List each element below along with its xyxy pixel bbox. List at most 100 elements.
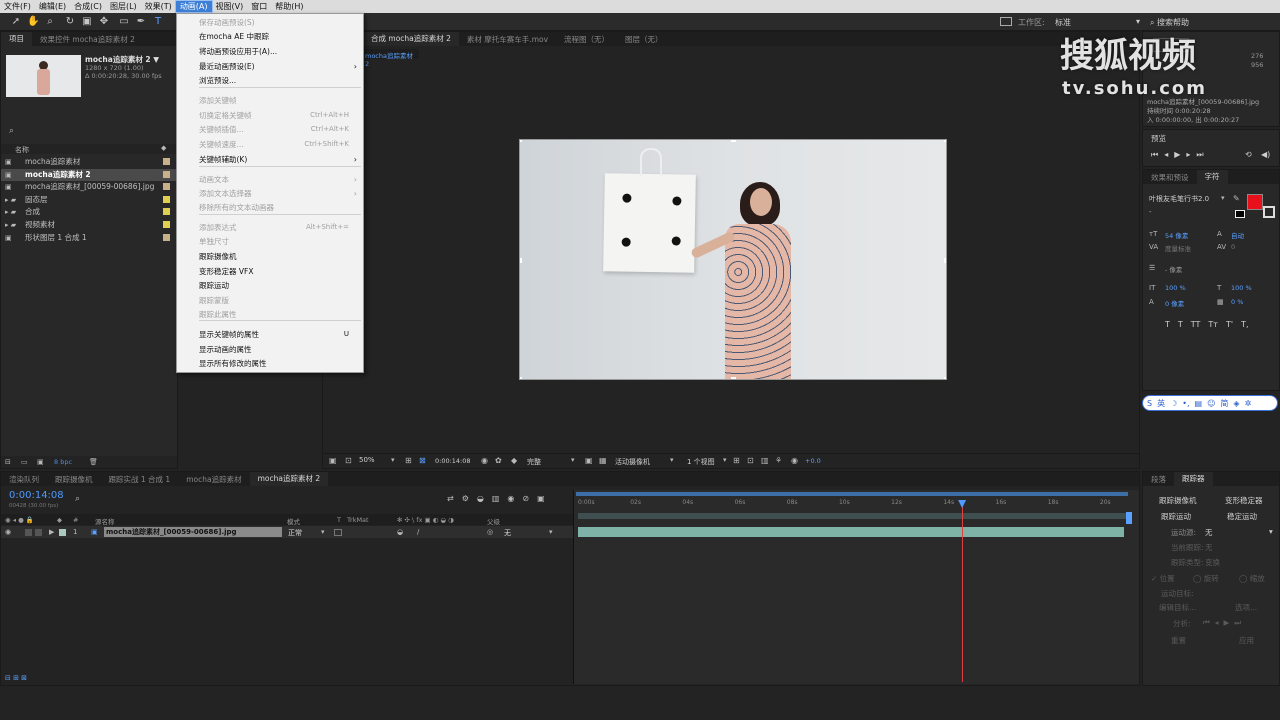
prev-frame-icon[interactable]: ◂ [1164,150,1174,159]
ime-skin-icon[interactable]: ◈ [1233,399,1239,408]
menu-animation[interactable]: 动画(A) [174,0,213,13]
project-item[interactable]: ▣ mocha追踪素材 [1,156,177,168]
black-swatch[interactable] [1235,210,1245,218]
menu-help[interactable]: 帮助(H) [271,1,307,12]
motion-source-select[interactable]: 无 [1205,527,1213,538]
eyedropper-icon[interactable]: ✎ [1233,194,1240,203]
comp-flowchart-icon[interactable]: ⇄ [447,494,454,503]
tab-paragraph[interactable]: 段落 [1143,474,1174,485]
exposure-reset-icon[interactable]: ◉ [791,456,798,465]
comp-viewer-frame[interactable] [519,139,947,380]
menu-edit[interactable]: 编辑(E) [35,1,70,12]
label-color-swatch[interactable] [163,195,170,203]
menu-composition[interactable]: 合成(C) [70,1,106,12]
baseline-value[interactable]: 0 像素 [1165,298,1184,308]
visibility-eye-icon[interactable]: ◉ [5,528,11,536]
playhead-marker[interactable] [958,500,967,508]
horizontal-scale-value[interactable]: 100 % [1231,284,1252,292]
font-size-value[interactable]: 54 像素 [1165,230,1188,240]
menu-layer[interactable]: 图层(L) [106,1,141,12]
expand-arrow-icon[interactable]: ▶ [49,528,54,536]
layer-mode-select[interactable]: 正常 [288,528,302,538]
trash-icon[interactable]: 🗑 [89,458,98,466]
tab-flowchart[interactable]: 流程图（无） [556,34,617,45]
flowchart-icon[interactable]: ⚘ [775,456,782,465]
tsume-value[interactable]: 0 % [1231,298,1243,306]
work-area-bar[interactable] [576,492,1128,496]
snapshot-icon[interactable]: ▣ [329,456,337,465]
menu-view[interactable]: 视图(V) [212,1,248,12]
menu-item[interactable]: 在mocha AE 中跟踪 [177,30,363,43]
label-color-swatch[interactable] [163,208,170,216]
views-select[interactable]: 1 个视图 [687,457,715,467]
layer-label-color[interactable] [59,529,66,536]
shy-icon[interactable]: ◒ [477,494,484,503]
font-family-select[interactable]: 叶根友毛笔行书2.0 [1149,194,1209,204]
column-name-label[interactable]: 名称 [15,145,29,155]
region-icon[interactable]: ⊠ [419,456,426,465]
bpc-label[interactable]: 8 bpc [54,458,72,466]
rgb-icon[interactable]: ◆ [511,456,517,465]
color-channel-icon[interactable]: ✿ [495,456,502,465]
layer-name[interactable]: mocha追踪素材_[00059-00686].jpg [104,527,282,537]
tab-mocha-comp[interactable]: mocha追踪素材 [178,474,249,485]
new-folder-icon[interactable]: ▭ [21,458,28,466]
menu-item[interactable]: 显示所有修改的属性 [177,357,363,370]
preserve-transparency-box[interactable] [334,529,342,536]
menu-item[interactable]: 将动画预设应用于(A)... [177,45,363,58]
handle-b[interactable] [731,377,736,379]
ime-moon-icon[interactable]: ☽ [1170,399,1177,408]
fit-icon[interactable]: ⊞ [405,456,412,465]
label-color-swatch[interactable] [163,233,170,241]
column-parent[interactable]: 父级 [487,516,500,526]
frame-blend-icon[interactable]: ▥ [492,494,500,503]
menu-item[interactable]: 显示关键帧的属性 U [177,328,363,341]
menu-item[interactable]: 跟踪摄像机 [177,250,363,263]
tab-effects-presets[interactable]: 效果和预设 [1143,172,1197,183]
roi-icon[interactable]: ▣ [585,456,593,465]
comp-timecode[interactable]: 0:00:14:08 [435,457,471,465]
handle-tl[interactable] [520,140,522,142]
handle-r[interactable] [944,258,946,263]
tab-render-queue[interactable]: 渲染队列 [1,474,47,485]
type-tool-icon[interactable]: T [152,16,164,28]
handle-l[interactable] [520,258,522,263]
rectangle-tool-icon[interactable]: ▭ [118,16,130,28]
workspace-select[interactable]: 标准 ▾ [1055,17,1140,28]
timeline-search-icon[interactable]: ⌕ [75,494,80,504]
stroke-width-value[interactable]: - 像素 [1165,264,1182,274]
fast-preview-icon[interactable]: ⊡ [747,456,754,465]
handle-bl[interactable] [520,377,522,379]
tab-character[interactable]: 字符 [1196,170,1228,184]
audio-icon[interactable]: ◀) [1261,150,1270,159]
search-help[interactable]: ⌕ 搜索帮助 [1150,17,1189,28]
timeline-icon[interactable]: ▥ [761,456,769,465]
shy-switch-icon[interactable]: ◒ [397,528,403,536]
playhead[interactable] [961,500,963,682]
menu-window[interactable]: 窗口 [247,1,271,12]
solo-toggle[interactable] [25,529,32,536]
pen-tool-icon[interactable]: ✒ [135,16,147,28]
subscript-button[interactable]: T, [1241,320,1248,329]
camera-select[interactable]: 活动摄像机 [615,457,650,467]
first-frame-icon[interactable]: ⏮ [1151,150,1164,159]
tab-layer[interactable]: 图层（无） [617,34,671,45]
menu-item[interactable]: 关键帧辅助(K) › [177,153,363,166]
label-column-icon[interactable]: ◆ [161,144,166,152]
project-item[interactable]: ▣ mocha追踪素材_[00059-00686].jpg [1,181,177,193]
label-color-swatch[interactable] [163,183,170,191]
show-snapshot-icon[interactable]: ⊡ [345,456,352,465]
project-item[interactable]: ▣ 形状图层 1 合成 1 [1,232,177,244]
stabilize-motion-button[interactable]: 稳定运动 [1227,511,1257,522]
all-caps-button[interactable]: TT [1191,320,1201,329]
rotate-tool-icon[interactable]: ↻ [64,16,76,28]
menu-effect[interactable]: 效果(T) [141,1,176,12]
lock-toggle[interactable] [35,529,42,536]
ime-user-icon[interactable]: ☺ [1207,399,1215,408]
menu-item[interactable]: 显示动画的属性 [177,343,363,356]
project-item[interactable]: ▸ ▰ 视频素材 [1,219,177,231]
camera-snapshot-icon[interactable]: ◉ [481,456,488,465]
handle-t[interactable] [731,140,736,142]
label-color-swatch[interactable] [163,221,170,228]
label-color-swatch[interactable] [163,158,170,165]
